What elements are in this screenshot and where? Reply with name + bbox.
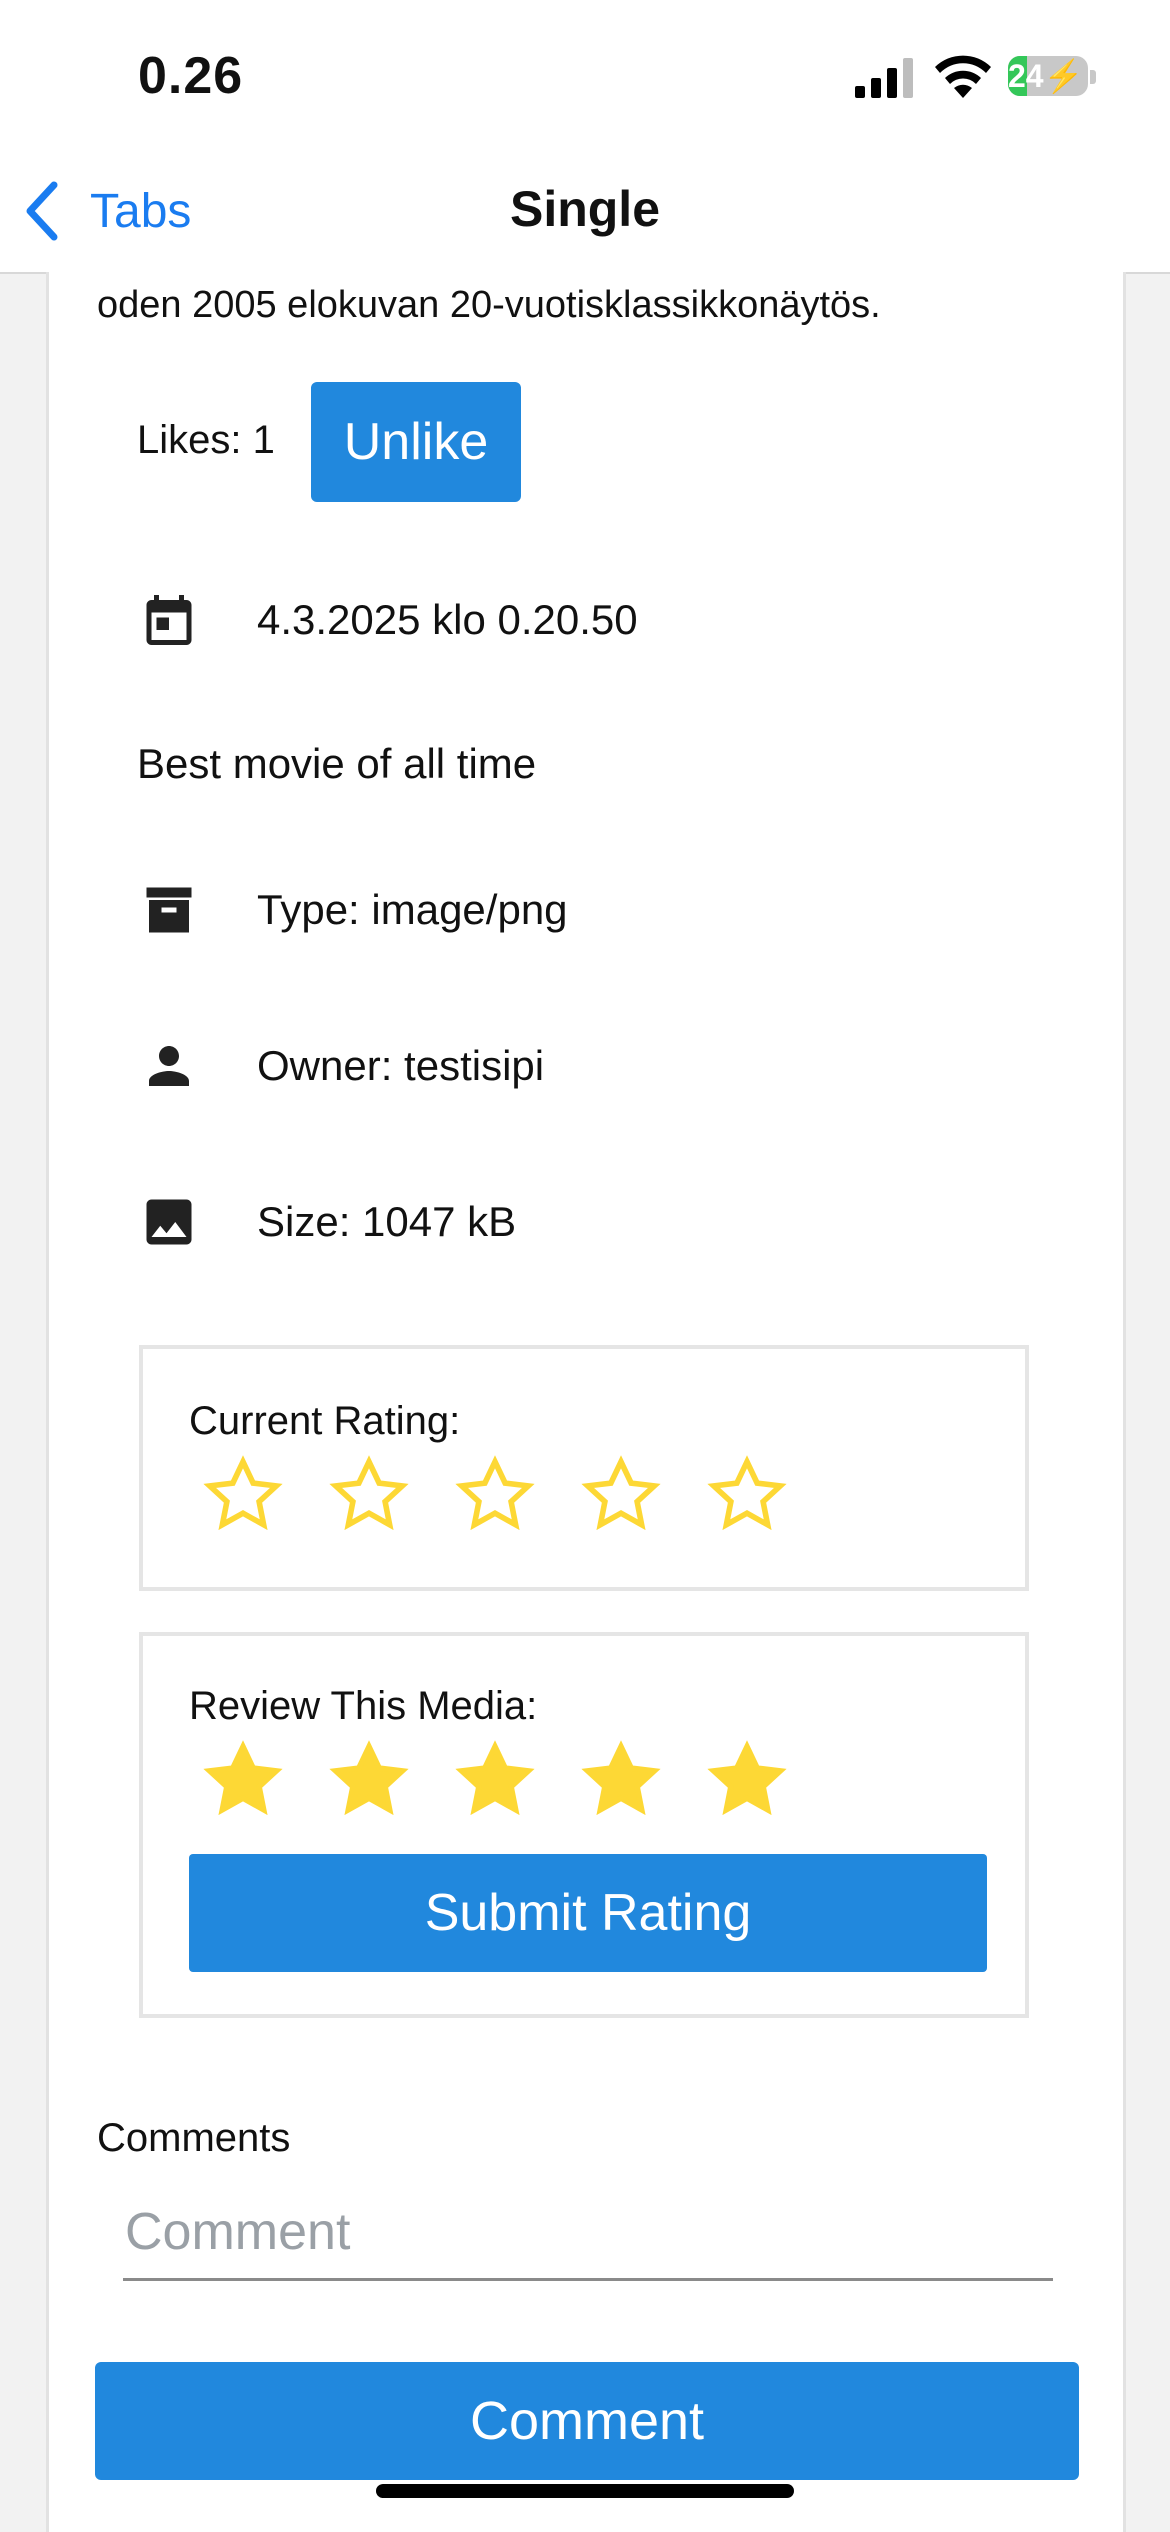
- comment-input[interactable]: [123, 2186, 1053, 2281]
- review-stars: [201, 1738, 831, 1822]
- star-filled-icon[interactable]: [705, 1738, 789, 1822]
- cellular-signal-icon: [855, 58, 913, 98]
- star-outline-icon: [329, 1455, 409, 1531]
- current-rating-stars: [201, 1453, 831, 1537]
- star-filled-icon[interactable]: [327, 1738, 411, 1822]
- media-size: Size: 1047 kB: [257, 1198, 517, 1245]
- status-bar: 0.26 24⚡: [0, 0, 1170, 150]
- owner-row: Owner: testisipi: [137, 1021, 544, 1111]
- type-row: Type: image/png: [137, 865, 568, 955]
- comments-label: Comments: [97, 2116, 291, 2160]
- review-label: Review This Media:: [189, 1684, 538, 1728]
- status-time: 0.26: [138, 47, 244, 105]
- submit-rating-button[interactable]: Submit Rating: [189, 1854, 987, 1972]
- media-description: oden 2005 elokuvan 20-vuotisklassikkonäy…: [97, 284, 881, 326]
- media-card: oden 2005 elokuvan 20-vuotisklassikkonäy…: [46, 272, 1126, 2532]
- star-filled-icon[interactable]: [201, 1738, 285, 1822]
- battery-icon: 24⚡: [1008, 56, 1088, 96]
- size-row: Size: 1047 kB: [137, 1177, 516, 1267]
- star-outline-icon: [581, 1455, 661, 1531]
- page-title: Single: [509, 181, 661, 237]
- media-title: Best movie of all time: [137, 740, 537, 787]
- unlike-button[interactable]: Unlike: [311, 382, 521, 502]
- image-icon: [137, 1190, 201, 1254]
- media-owner: Owner: testisipi: [257, 1042, 545, 1089]
- media-type: Type: image/png: [257, 886, 568, 933]
- star-outline-icon: [707, 1455, 787, 1531]
- battery-cap: [1090, 70, 1096, 84]
- calendar-icon: [137, 588, 201, 652]
- star-filled-icon[interactable]: [453, 1738, 537, 1822]
- current-rating-box: Current Rating:: [139, 1345, 1029, 1591]
- current-rating-label: Current Rating:: [189, 1399, 461, 1443]
- comment-button[interactable]: Comment: [95, 2362, 1079, 2480]
- review-box: Review This Media: Submit Rating: [139, 1632, 1029, 2018]
- likes-count: Likes: 1: [137, 418, 275, 462]
- star-outline-icon: [455, 1455, 535, 1531]
- star-outline-icon: [203, 1455, 283, 1531]
- date-row: 4.3.2025 klo 0.20.50: [137, 575, 638, 665]
- navigation-bar: Tabs Single: [0, 150, 1170, 274]
- media-date: 4.3.2025 klo 0.20.50: [257, 596, 638, 643]
- home-indicator[interactable]: [376, 2484, 794, 2498]
- star-filled-icon[interactable]: [579, 1738, 663, 1822]
- archive-icon: [137, 878, 201, 942]
- person-icon: [137, 1034, 201, 1098]
- wifi-icon: [935, 55, 991, 98]
- battery-percent: 24: [1008, 58, 1044, 94]
